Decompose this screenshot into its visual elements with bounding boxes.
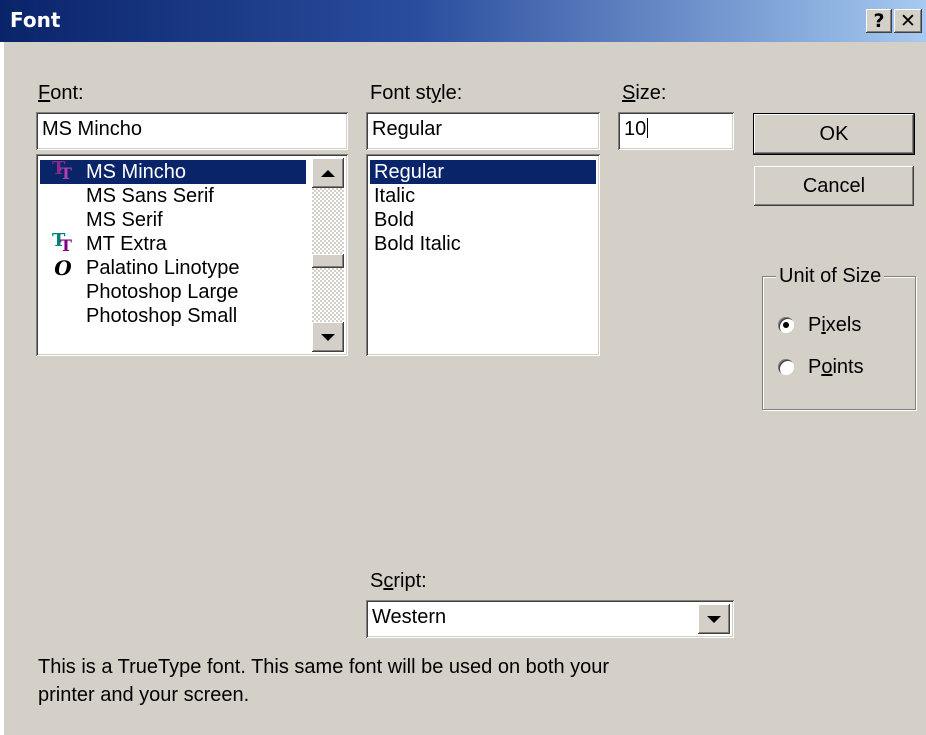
unit-of-size-group bbox=[762, 276, 916, 410]
description-line-1: This is a TrueType font. This same font … bbox=[38, 656, 610, 678]
scroll-thumb[interactable] bbox=[312, 254, 344, 268]
window-frame bbox=[0, 42, 5, 735]
script-label: Script: bbox=[370, 570, 427, 592]
ok-label: OK bbox=[819, 122, 849, 145]
font-style-item[interactable]: Regular bbox=[370, 160, 596, 184]
opentype-icon: O bbox=[54, 256, 72, 280]
font-style-input[interactable]: Regular bbox=[366, 112, 600, 150]
chevron-down-icon bbox=[707, 615, 721, 623]
font-style-item[interactable]: Bold Italic bbox=[370, 232, 596, 256]
font-style-item[interactable]: Bold bbox=[370, 208, 596, 232]
pixels-radio[interactable] bbox=[778, 317, 794, 333]
font-label: Font: bbox=[38, 82, 84, 104]
font-style-value: Regular bbox=[372, 118, 443, 140]
description-line-2: printer and your screen. bbox=[38, 684, 250, 706]
font-list-item[interactable]: Photoshop Large bbox=[40, 280, 306, 304]
font-name-input[interactable]: MS Mincho bbox=[36, 112, 348, 150]
font-list-item[interactable]: MS Sans Serif bbox=[40, 184, 306, 208]
arrow-down-icon bbox=[321, 333, 335, 341]
font-name-text: MT Extra bbox=[86, 233, 167, 255]
points-label[interactable]: Points bbox=[808, 356, 864, 379]
font-name-text: Palatino Linotype bbox=[86, 257, 240, 279]
font-name-value: MS Mincho bbox=[42, 118, 143, 140]
title-bar[interactable]: Font ? ✕ bbox=[0, 0, 926, 42]
font-list-item[interactable]: T T MS Mincho bbox=[40, 158, 306, 184]
font-list-item[interactable]: Photoshop Small bbox=[40, 304, 306, 328]
window-title: Font bbox=[10, 8, 61, 32]
unit-of-size-title: Unit of Size bbox=[776, 265, 885, 288]
cancel-label: Cancel bbox=[802, 174, 866, 197]
help-icon: ? bbox=[873, 9, 885, 32]
font-style-label: Font style: bbox=[370, 82, 463, 104]
font-list-item[interactable]: O Palatino Linotype bbox=[40, 256, 306, 280]
cancel-button[interactable]: Cancel bbox=[754, 166, 914, 206]
font-name-text: Photoshop Small bbox=[86, 305, 238, 327]
script-dropdown[interactable]: Western bbox=[366, 600, 734, 638]
size-value: 10 bbox=[624, 118, 647, 140]
truetype-icon: TT bbox=[52, 230, 72, 255]
points-radio[interactable] bbox=[778, 359, 794, 375]
pixels-label[interactable]: Pixels bbox=[808, 314, 861, 337]
script-dropdown-button[interactable] bbox=[698, 604, 730, 634]
font-name-text: MS Serif bbox=[86, 209, 163, 231]
font-name-text: MS Mincho bbox=[86, 161, 187, 183]
ok-button[interactable]: OK bbox=[753, 113, 915, 155]
font-style-item[interactable]: Italic bbox=[370, 184, 596, 208]
font-name-text: Photoshop Large bbox=[86, 281, 239, 303]
help-button[interactable]: ? bbox=[866, 9, 892, 33]
close-button[interactable]: ✕ bbox=[894, 9, 922, 33]
size-label: Size: bbox=[622, 82, 667, 104]
font-list-item[interactable]: MS Serif bbox=[40, 208, 306, 232]
radio-dot bbox=[783, 322, 789, 328]
close-icon: ✕ bbox=[900, 9, 916, 32]
scroll-up-button[interactable] bbox=[312, 158, 344, 188]
font-list[interactable]: T T MS Mincho MS Sans Serif MS Serif T T MT Ext… bbox=[36, 154, 348, 356]
font-list-item[interactable]: T T MT Extra bbox=[40, 230, 306, 256]
truetype-icon: TT bbox=[52, 158, 72, 183]
font-style-list[interactable]: Regular Italic Bold Bold Italic bbox=[366, 154, 600, 356]
text-cursor bbox=[647, 118, 649, 138]
arrow-up-icon bbox=[321, 169, 335, 177]
size-input[interactable]: 10 bbox=[618, 112, 734, 150]
script-value: Western bbox=[372, 606, 447, 628]
scroll-down-button[interactable] bbox=[312, 322, 344, 352]
font-name-text: MS Sans Serif bbox=[86, 185, 214, 207]
